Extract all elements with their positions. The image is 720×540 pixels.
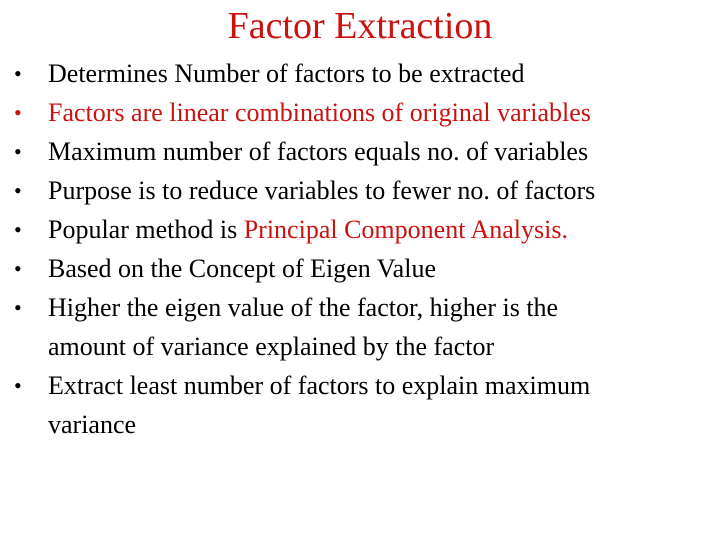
bullet-text: Popular method is xyxy=(48,215,244,244)
bullet-item: • Higher the eigen value of the factor, … xyxy=(0,288,720,366)
bullet-text: Based on the Concept of Eigen Value xyxy=(48,254,436,283)
bullet-icon: • xyxy=(14,61,22,86)
slide-title: Factor Extraction xyxy=(227,5,493,47)
bullet-icon: • xyxy=(14,139,22,164)
bullet-item: • Popular method is Principal Component … xyxy=(0,210,720,249)
bullet-item: • Maximum number of factors equals no. o… xyxy=(0,132,720,171)
bullet-icon: • xyxy=(14,217,22,242)
bullet-text: Factors are linear combinations of origi… xyxy=(48,98,591,127)
bullet-icon: • xyxy=(14,295,22,320)
bullet-icon: • xyxy=(14,256,22,281)
bullet-icon: • xyxy=(14,100,22,125)
bullet-text-line-2: amount of variance explained by the fact… xyxy=(48,332,495,361)
bullet-text-line-1: Higher the eigen value of the factor, hi… xyxy=(48,293,559,322)
bullet-item: • Extract least number of factors to exp… xyxy=(0,366,720,444)
bullet-item: • Based on the Concept of Eigen Value xyxy=(0,249,720,288)
bullet-text: Determines Number of factors to be extra… xyxy=(48,59,525,88)
bullet-item: • Purpose is to reduce variables to fewe… xyxy=(0,171,720,210)
bullet-list: • Determines Number of factors to be ext… xyxy=(0,54,720,444)
bullet-text: Maximum number of factors equals no. of … xyxy=(48,137,589,166)
bullet-text: Purpose is to reduce variables to fewer … xyxy=(48,176,596,205)
bullet-item: • Determines Number of factors to be ext… xyxy=(0,54,720,93)
bullet-icon: • xyxy=(14,178,22,203)
bullet-text-line-1: Extract least number of factors to expla… xyxy=(48,371,591,400)
bullet-text-line-2: variance xyxy=(48,410,137,439)
bullet-icon: • xyxy=(14,373,22,398)
highlight-text: Principal Component Analysis. xyxy=(243,215,568,244)
bullet-item: • Factors are linear combinations of ori… xyxy=(0,93,720,132)
